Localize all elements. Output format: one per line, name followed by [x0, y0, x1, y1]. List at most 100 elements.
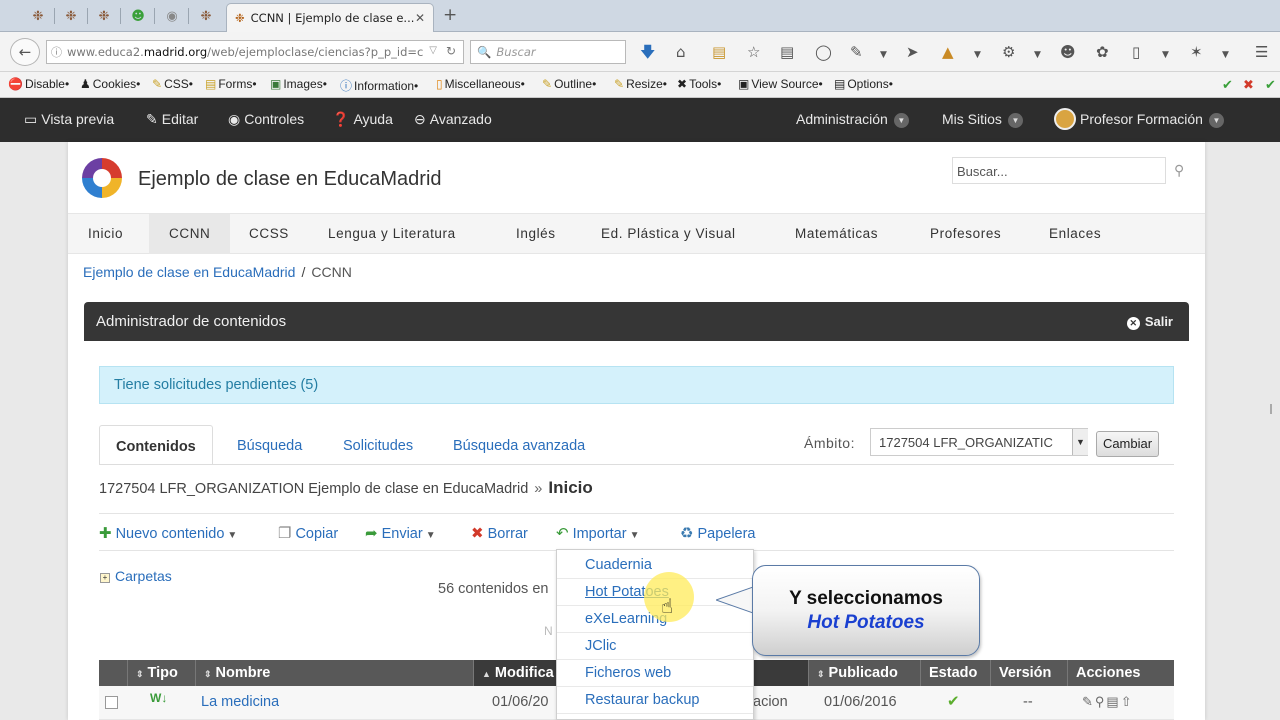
administracion-menu[interactable]: Administración ▼ [796, 111, 909, 128]
toolbar-css[interactable]: ✎ CSS• [152, 77, 193, 91]
nav-item-lengua[interactable]: Lengua y Literatura [308, 214, 476, 254]
column-publicado[interactable]: ⇕ Publicado [809, 660, 921, 686]
bookmark-star-icon[interactable]: ☆ [747, 44, 760, 60]
copiar-button[interactable]: ❐ Copiar [278, 524, 338, 542]
nav-item-inicio[interactable]: Inicio [68, 214, 143, 254]
column-estado[interactable]: Estado [921, 660, 991, 686]
folders-tree[interactable]: + Carpetas [100, 568, 172, 584]
toolbar-tools[interactable]: ✖ Tools• [677, 77, 721, 91]
dropdown-icon[interactable]: ▼ [1034, 47, 1041, 63]
exit-button[interactable]: ✕ Salir [1126, 314, 1173, 330]
importar-button[interactable]: ↶ Importar ▼ [556, 524, 639, 542]
pen-icon[interactable]: ✎ [850, 44, 863, 60]
dropdown-icon[interactable]: ▼ [1162, 47, 1169, 63]
cambiar-button[interactable]: Cambiar [1096, 431, 1159, 457]
dropdown-icon[interactable]: ▼ [1222, 47, 1229, 63]
tab-busqueda[interactable]: Búsqueda [221, 425, 318, 465]
mis-sitios-menu[interactable]: Mis Sitios ▼ [942, 111, 1023, 128]
toolbar-disable[interactable]: ⛔ Disable• [8, 77, 69, 91]
toolbar-images[interactable]: ▣ Images• [270, 77, 327, 91]
settings-gear-icon[interactable]: ⚙ [1002, 44, 1015, 60]
chat-icon[interactable]: ☻ [1060, 44, 1076, 60]
pinned-tab-icon[interactable]: ◉ [158, 5, 186, 27]
site-logo[interactable] [82, 158, 122, 198]
toolbar-options[interactable]: ▤ Options• [834, 77, 893, 91]
pending-requests-alert[interactable]: Tiene solicitudes pendientes (5) [99, 366, 1174, 404]
toolbar-cookies[interactable]: ♟ Cookies• [80, 77, 140, 91]
toolbar-miscellaneous[interactable]: ▯ Miscellaneous• [436, 77, 525, 91]
site-search-input[interactable]: Buscar... [952, 157, 1166, 184]
toolbar-outline[interactable]: ✎ Outline• [542, 77, 596, 91]
row-checkbox[interactable] [105, 696, 118, 709]
toolbar-view-source[interactable]: ▣ View Source• [738, 77, 823, 91]
menu-item-jclic[interactable]: JClic [557, 633, 753, 660]
puzzle-icon[interactable]: ✿ [1096, 44, 1109, 60]
scrollbar[interactable] [1270, 404, 1272, 414]
home-icon[interactable]: ⌂ [676, 44, 686, 60]
back-button[interactable]: ← [10, 38, 40, 66]
pinned-tab-icon[interactable]: ❉ [57, 5, 85, 27]
enviar-button[interactable]: ➦ Enviar ▼ [365, 524, 436, 542]
nuevo-contenido-button[interactable]: ✚ Nuevo contenido ▼ [99, 524, 237, 542]
close-tab-icon[interactable]: ✕ [415, 11, 425, 25]
expand-icon[interactable]: + [100, 573, 110, 583]
chevron-down-icon[interactable]: ▼ [1072, 429, 1088, 455]
search-icon[interactable]: ⚲ [1174, 162, 1184, 179]
validation-ok-icon[interactable]: ✔ [1265, 77, 1276, 93]
borrar-button[interactable]: ✖ Borrar [471, 524, 528, 542]
nav-item-ccnn[interactable]: CCNN [149, 214, 231, 254]
nav-item-plastica[interactable]: Ed. Plástica y Visual [581, 214, 756, 254]
nav-item-ccss[interactable]: CCSS [229, 214, 309, 254]
tab-solicitudes[interactable]: Solicitudes [327, 425, 429, 465]
tools-icon[interactable]: ✶ [1190, 44, 1203, 60]
nav-item-profesores[interactable]: Profesores [910, 214, 1021, 254]
menu-item-ficheros-web[interactable]: Ficheros web [557, 660, 753, 687]
nav-item-enlaces[interactable]: Enlaces [1029, 214, 1121, 254]
dropdown-icon[interactable]: ▼ [880, 47, 887, 63]
ambito-select[interactable]: 1727504 LFR_ORGANIZATIC [870, 428, 1088, 456]
controles-button[interactable]: ◉ Controles [228, 111, 304, 128]
bookmarks-menu-icon[interactable]: ▤ [780, 44, 794, 60]
ayuda-button[interactable]: ❓ Ayuda [332, 111, 393, 128]
send-icon[interactable]: ➤ [906, 44, 919, 60]
tab-busqueda-avanzada[interactable]: Búsqueda avanzada [437, 425, 601, 465]
vista-previa-button[interactable]: ▭ Vista previa [24, 111, 114, 128]
active-browser-tab[interactable]: ❉ CCNN | Ejemplo de clase e... ✕ [226, 3, 434, 32]
url-bar[interactable]: ⓘ www.educa2. madrid.org/web/ejemploclase… [46, 40, 464, 64]
user-menu[interactable]: Profesor Formación ▼ [1054, 108, 1224, 130]
info-icon[interactable]: ⓘ [51, 44, 62, 60]
error-icon[interactable]: ✖ [1243, 77, 1254, 93]
new-tab-icon[interactable]: + [443, 5, 457, 25]
reading-list-icon[interactable]: ▤ [712, 44, 726, 60]
clipboard-icon[interactable]: ▯ [1132, 44, 1140, 60]
menu-item-restaurar-backup[interactable]: Restaurar backup [557, 687, 753, 714]
toolbar-resize[interactable]: ✎ Resize• [614, 77, 667, 91]
papelera-button[interactable]: ♻ Papelera [680, 524, 756, 542]
editar-button[interactable]: ✎ Editar [146, 111, 198, 128]
url-dropdown-icon[interactable]: ▽ [429, 45, 437, 56]
pinned-tab-icon[interactable]: ❉ [24, 5, 52, 27]
nav-item-matematicas[interactable]: Matemáticas [775, 214, 898, 254]
drive-icon[interactable]: ▲ [942, 44, 954, 60]
nav-item-ingles[interactable]: Inglés [496, 214, 576, 254]
row-name-link[interactable]: La medicina [201, 686, 279, 720]
toolbar-information[interactable]: ⓘ Information• [340, 77, 418, 94]
avanzado-button[interactable]: ⊖ Avanzado [414, 111, 492, 128]
site-title[interactable]: Ejemplo de clase en EducaMadrid [138, 168, 442, 191]
validation-ok-icon[interactable]: ✔ [1222, 77, 1233, 93]
breadcrumb-link-home[interactable]: Ejemplo de clase en EducaMadrid [83, 264, 295, 280]
column-version[interactable]: Versión [991, 660, 1068, 686]
column-tipo[interactable]: ⇕ Tipo [128, 660, 196, 686]
hamburger-menu-icon[interactable]: ☰ [1255, 44, 1268, 60]
pinned-tab-icon[interactable]: ❉ [90, 5, 118, 27]
pinned-tab-icon[interactable]: ☻ [124, 5, 152, 27]
dropdown-icon[interactable]: ▼ [974, 47, 981, 63]
download-icon[interactable]: 🡇 [640, 44, 655, 60]
pocket-icon[interactable]: ◯ [815, 44, 832, 60]
path-parent[interactable]: 1727504 LFR_ORGANIZATION Ejemplo de clas… [99, 481, 528, 497]
toolbar-forms[interactable]: ▤ Forms• [205, 77, 257, 91]
tab-contenidos[interactable]: Contenidos [99, 425, 213, 465]
row-actions[interactable]: ✎⚲▤⇧ [1082, 686, 1134, 720]
column-nombre[interactable]: ⇕ Nombre [196, 660, 474, 686]
pinned-tab-icon[interactable]: ❉ [192, 5, 220, 27]
